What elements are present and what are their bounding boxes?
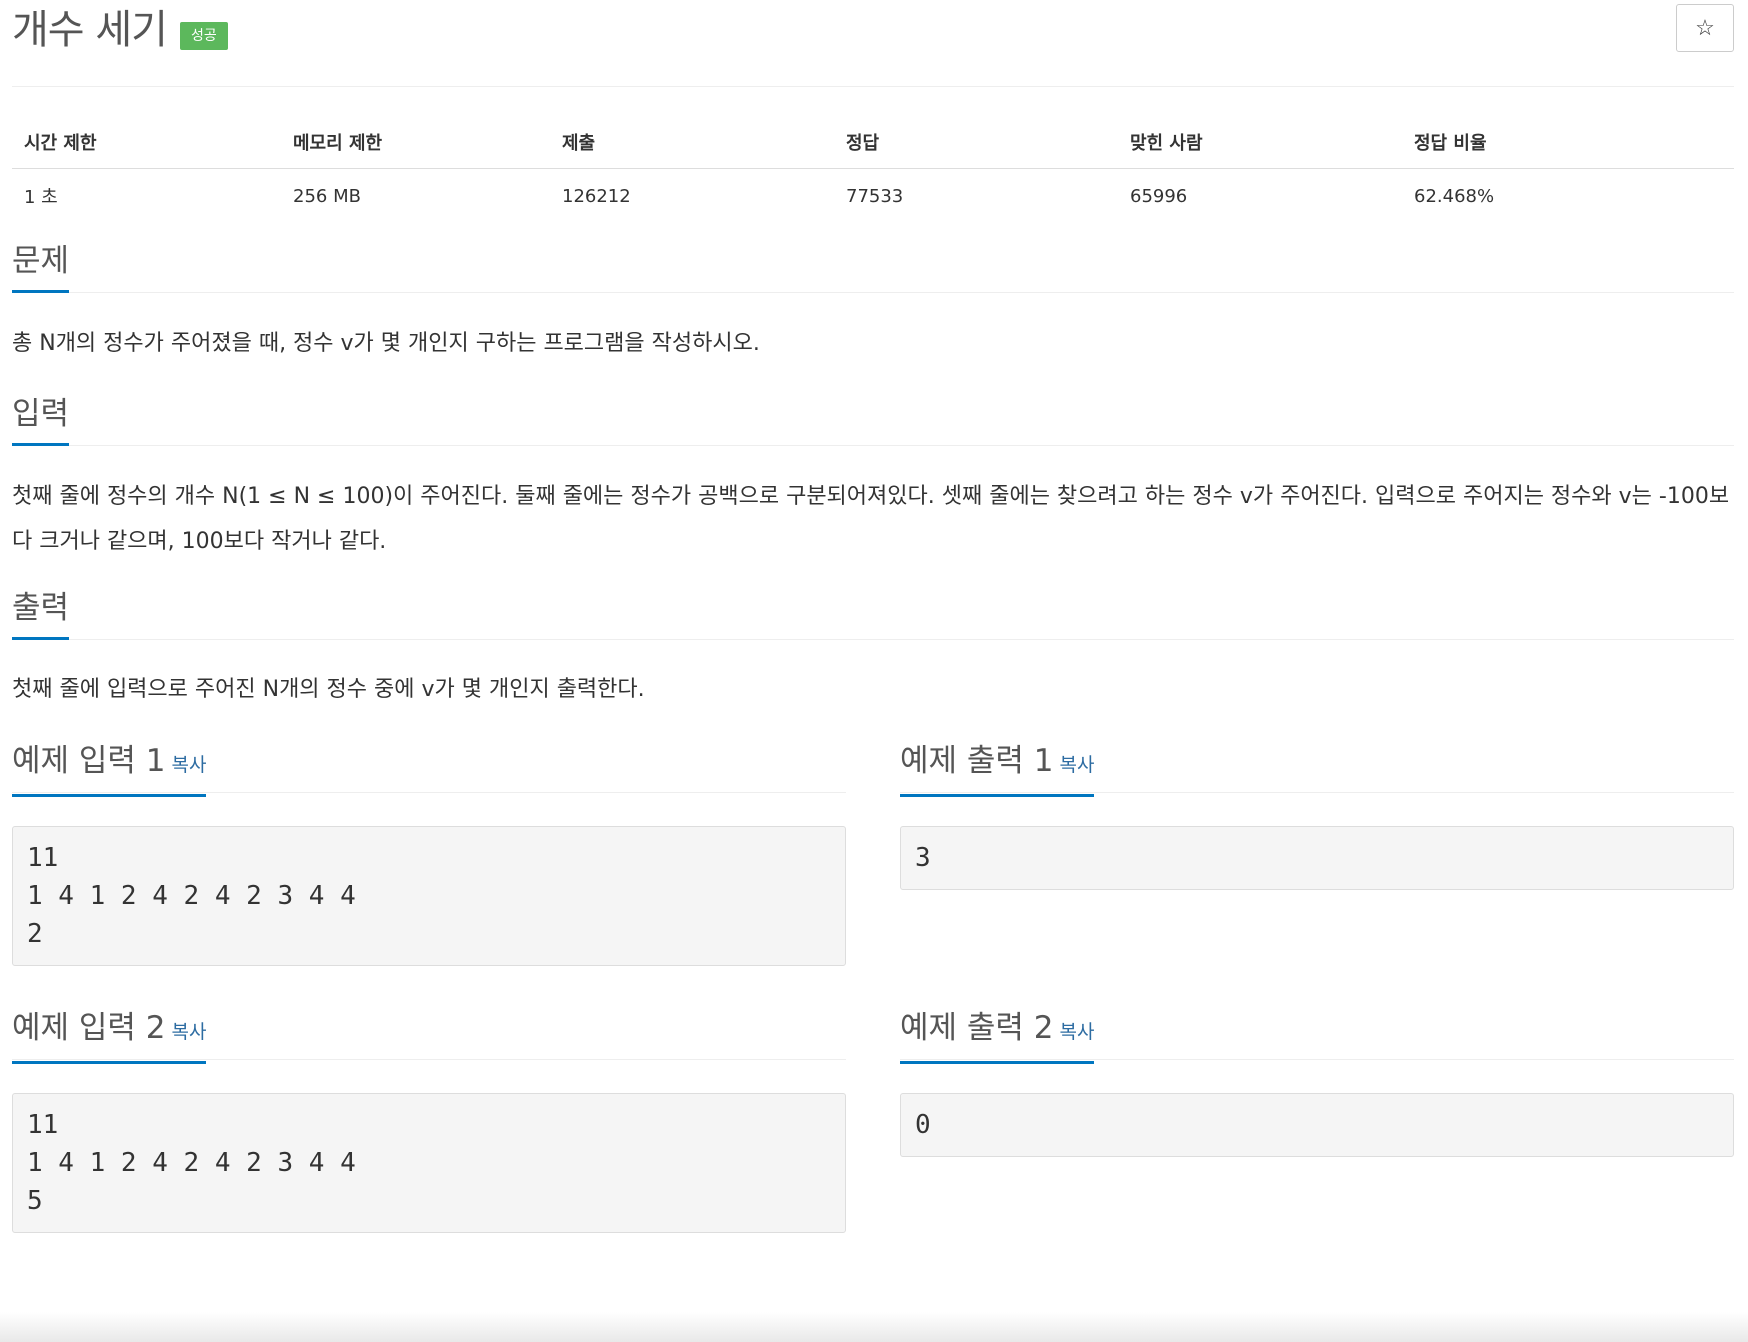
sample-input-2-header: 예제 입력 2 복사 — [12, 1003, 846, 1064]
table-header-row: 시간 제한 메모리 제한 제출 정답 맞힌 사람 정답 비율 — [12, 116, 1734, 169]
submissions-value: 126212 — [562, 185, 631, 207]
copy-button[interactable]: 복사 — [172, 754, 207, 776]
sample-output-2-header: 예제 출력 2 복사 — [900, 1003, 1734, 1064]
sample-output-2: 예제 출력 2 복사 0 — [900, 1003, 1734, 1157]
header-solved-users: 맞힌 사람 — [1118, 116, 1402, 169]
star-icon: ☆ — [1695, 15, 1715, 40]
output-heading: 출력 — [12, 583, 70, 640]
memory-limit-value: 256 MB — [293, 185, 361, 207]
sample-input-1: 예제 입력 1 복사 11 1 4 1 2 4 2 4 2 3 4 4 2 — [12, 736, 846, 966]
problem-info-table: 시간 제한 메모리 제한 제출 정답 맞힌 사람 정답 비율 1 초 256 M… — [12, 116, 1734, 223]
input-heading: 입력 — [12, 389, 70, 446]
accept-rate-value: 62.468% — [1414, 185, 1495, 207]
output-text: 첫째 줄에 입력으로 주어진 N개의 정수 중에 v가 몇 개인지 출력한다. — [12, 677, 645, 702]
favorite-button[interactable]: ☆ — [1676, 4, 1734, 52]
sample-input-1-header: 예제 입력 1 복사 — [12, 736, 846, 797]
sample-input-1-content: 11 1 4 1 2 4 2 4 2 3 4 4 2 — [12, 826, 846, 966]
header-accepted: 정답 — [834, 116, 1118, 169]
copy-button[interactable]: 복사 — [1060, 1021, 1095, 1043]
output-section-header: 출력 — [12, 583, 1734, 640]
description-section-header: 문제 — [12, 236, 1734, 293]
problem-page: 개수 세기 성공 ☆ 시간 제한 메모리 제한 제출 정답 맞힌 사람 정답 비… — [12, 0, 1734, 1233]
sample-output-1-header: 예제 출력 1 복사 — [900, 736, 1734, 797]
description-text: 총 N개의 정수가 주어졌을 때, 정수 v가 몇 개인지 구하는 프로그램을 … — [12, 331, 760, 356]
sample-input-2: 예제 입력 2 복사 11 1 4 1 2 4 2 4 2 3 4 4 5 — [12, 1003, 846, 1233]
page-title: 개수 세기 — [12, 7, 168, 53]
header-time-limit: 시간 제한 — [12, 116, 281, 169]
input-text: 첫째 줄에 정수의 개수 N(1 ≤ N ≤ 100)이 주어진다. 둘째 줄에… — [12, 484, 1730, 554]
sample-input-2-heading: 예제 입력 2 — [12, 1010, 166, 1046]
copy-button[interactable]: 복사 — [1060, 754, 1095, 776]
sample-output-1-heading: 예제 출력 1 — [900, 743, 1054, 779]
header-memory-limit: 메모리 제한 — [281, 116, 550, 169]
time-limit-value: 1 초 — [24, 187, 58, 208]
sample-input-2-content: 11 1 4 1 2 4 2 4 2 3 4 4 5 — [12, 1093, 846, 1233]
input-section-header: 입력 — [12, 389, 1734, 446]
copy-button[interactable]: 복사 — [172, 1021, 207, 1043]
sample-input-1-heading: 예제 입력 1 — [12, 743, 166, 779]
solved-users-value: 65996 — [1130, 185, 1188, 207]
table-row: 1 초 256 MB 126212 77533 65996 62.468% — [12, 169, 1734, 224]
header-submissions: 제출 — [550, 116, 834, 169]
status-badge: 성공 — [180, 22, 228, 50]
description-heading: 문제 — [12, 236, 70, 293]
sample-output-2-heading: 예제 출력 2 — [900, 1010, 1054, 1046]
accepted-value: 77533 — [846, 185, 904, 207]
sample-output-1-content: 3 — [900, 826, 1734, 890]
sample-output-1: 예제 출력 1 복사 3 — [900, 736, 1734, 890]
bottom-shadow — [0, 1312, 1748, 1342]
header-accept-rate: 정답 비율 — [1402, 116, 1734, 169]
title-row: 개수 세기 성공 ☆ — [12, 0, 1734, 87]
sample-output-2-content: 0 — [900, 1093, 1734, 1157]
